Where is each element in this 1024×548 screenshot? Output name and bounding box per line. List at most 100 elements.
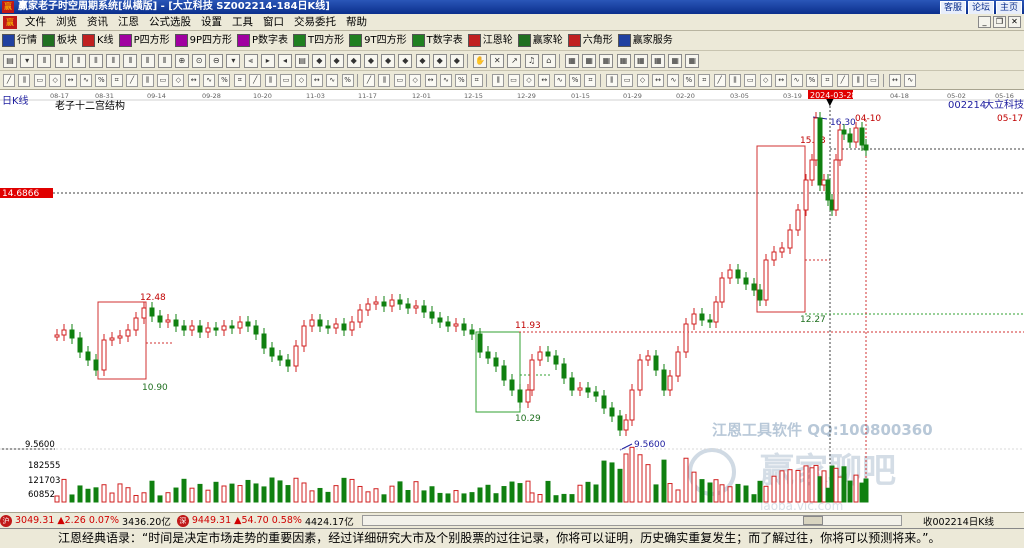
tool-icon[interactable]: ⫴	[88, 53, 103, 68]
tool-icon[interactable]: ⫴	[123, 53, 138, 68]
draw-tool-icon[interactable]: ◇	[49, 73, 62, 87]
close-icon[interactable]: ✕	[1008, 16, 1021, 28]
toolbar-button-6[interactable]: T四方形	[293, 33, 344, 49]
tool-icon[interactable]: ⫴	[71, 53, 86, 68]
chart-scrollbar[interactable]	[362, 515, 902, 526]
menu-help[interactable]: 帮助	[341, 14, 372, 30]
draw-tool-icon[interactable]: ⌗	[470, 73, 483, 87]
draw-tool-icon[interactable]: ⌗	[110, 73, 123, 87]
tool-icon[interactable]: ⫴	[106, 53, 121, 68]
draw-tool-icon[interactable]: ▭	[33, 73, 46, 87]
draw-tool-icon[interactable]: ◇	[636, 73, 649, 87]
toolbar-button-2[interactable]: K线	[82, 33, 114, 49]
draw-tool-icon[interactable]: ╱	[836, 73, 849, 87]
draw-tool-icon[interactable]: ↔	[424, 73, 437, 87]
draw-tool-icon[interactable]: ⫼	[605, 73, 618, 87]
draw-tool-icon[interactable]: ↔	[652, 73, 665, 87]
draw-tool-icon[interactable]: ◇	[522, 73, 535, 87]
tool-icon[interactable]: ▦	[616, 53, 631, 68]
tool-icon[interactable]: ♫	[524, 53, 539, 68]
tool-icon[interactable]: ▸	[260, 53, 275, 68]
menu-file[interactable]: 文件	[20, 14, 51, 30]
tool-icon[interactable]: ▦	[668, 53, 683, 68]
draw-tool-icon[interactable]: %	[805, 73, 818, 87]
link-customer-service[interactable]: 客服	[939, 1, 966, 14]
tool-icon[interactable]: ▦	[650, 53, 665, 68]
draw-tool-icon[interactable]: ⫼	[492, 73, 505, 87]
toolbar-button-3[interactable]: P四方形	[118, 33, 170, 49]
toolbar-button-10[interactable]: 赢家轮	[517, 33, 563, 49]
toolbar-button-7[interactable]: 9T四方形	[349, 33, 407, 49]
draw-tool-icon[interactable]: ↔	[310, 73, 323, 87]
menu-formula-select[interactable]: 公式选股	[144, 14, 196, 30]
draw-tool-icon[interactable]: %	[569, 73, 582, 87]
draw-tool-icon[interactable]: ⌗	[584, 73, 597, 87]
draw-tool-icon[interactable]: ∿	[553, 73, 566, 87]
tool-icon[interactable]: ⊖	[209, 53, 224, 68]
index-sh[interactable]: 沪 3049.31 ▲2.26 0.07% 3436.20亿	[0, 514, 171, 528]
draw-tool-icon[interactable]: ╱	[3, 73, 15, 87]
tool-icon[interactable]: ⫴	[37, 53, 52, 68]
draw-tool-icon[interactable]: ⌗	[233, 73, 246, 87]
menu-tools[interactable]: 工具	[227, 14, 258, 30]
draw-tool-icon[interactable]: ◇	[409, 73, 422, 87]
menu-gann[interactable]: 江恩	[113, 14, 144, 30]
draw-tool-icon[interactable]: ↔	[538, 73, 551, 87]
tool-icon[interactable]: ⊙	[192, 53, 207, 68]
index-sz[interactable]: 深 9449.31 ▲54.70 0.58% 4424.17亿	[176, 514, 354, 528]
menu-news[interactable]: 资讯	[82, 14, 113, 30]
tool-icon[interactable]: ▾	[226, 53, 241, 68]
draw-tool-icon[interactable]: ∿	[439, 73, 452, 87]
draw-tool-icon[interactable]: ↔	[888, 73, 901, 87]
restore-icon[interactable]: ❐	[993, 16, 1006, 28]
toolbar-button-11[interactable]: 六角形	[567, 33, 613, 49]
tool-icon[interactable]: ⫴	[54, 53, 69, 68]
tool-icon[interactable]: ▦	[565, 53, 579, 68]
tool-icon[interactable]: ◂	[278, 53, 292, 68]
menu-window[interactable]: 窗口	[258, 14, 289, 30]
tool-icon[interactable]: ◆	[432, 53, 447, 68]
tool-icon[interactable]: ⫷	[243, 53, 258, 68]
toolbar-button-0[interactable]: 行情	[2, 33, 37, 49]
menu-browse[interactable]: 浏览	[51, 14, 82, 30]
draw-tool-icon[interactable]: ╱	[713, 73, 726, 87]
menu-settings[interactable]: 设置	[196, 14, 227, 30]
draw-tool-icon[interactable]: %	[682, 73, 695, 87]
tool-icon[interactable]: ✕	[490, 53, 505, 68]
tool-icon[interactable]: ▾	[20, 53, 35, 68]
draw-tool-icon[interactable]: %	[341, 73, 354, 87]
draw-tool-icon[interactable]: %	[218, 73, 231, 87]
draw-tool-icon[interactable]: ⌗	[821, 73, 834, 87]
tool-icon[interactable]: ▤	[3, 53, 17, 68]
kline-chart[interactable]: 08-17 08-31 09-14 09-28 10-20 11-03 11-17 12-01…	[0, 90, 1024, 512]
draw-tool-icon[interactable]: ⫼	[264, 73, 277, 87]
draw-tool-icon[interactable]: ⫼	[852, 73, 865, 87]
draw-tool-icon[interactable]: ∿	[790, 73, 803, 87]
tool-icon[interactable]: ◆	[415, 53, 430, 68]
scrollbar-thumb[interactable]	[803, 516, 823, 525]
tool-icon[interactable]: ⊕	[174, 53, 189, 68]
link-homepage[interactable]: 主页	[995, 1, 1022, 14]
tool-icon[interactable]: ◆	[363, 53, 378, 68]
draw-tool-icon[interactable]: ⫼	[141, 73, 154, 87]
tool-icon[interactable]: ✋	[473, 53, 488, 68]
tool-icon[interactable]: ◆	[398, 53, 413, 68]
draw-tool-icon[interactable]: ◇	[759, 73, 772, 87]
menu-trade[interactable]: 交易委托	[289, 14, 341, 30]
toolbar-button-8[interactable]: T数字表	[411, 33, 463, 49]
draw-tool-icon[interactable]: ◇	[295, 73, 308, 87]
draw-tool-icon[interactable]: %	[455, 73, 468, 87]
draw-tool-icon[interactable]: ◇	[172, 73, 185, 87]
tool-icon[interactable]: ◆	[329, 53, 344, 68]
draw-tool-icon[interactable]: ▭	[393, 73, 406, 87]
draw-tool-icon[interactable]: ⌗	[698, 73, 711, 87]
toolbar-button-5[interactable]: P数字表	[237, 33, 288, 49]
draw-tool-icon[interactable]: ⫼	[18, 73, 31, 87]
tool-icon[interactable]: ⫴	[157, 53, 172, 68]
toolbar-button-9[interactable]: 江恩轮	[467, 33, 513, 49]
toolbar-button-4[interactable]: 9P四方形	[174, 33, 232, 49]
tool-icon[interactable]: ▦	[582, 53, 597, 68]
draw-tool-icon[interactable]: ╱	[362, 73, 375, 87]
draw-tool-icon[interactable]: ↔	[775, 73, 788, 87]
draw-tool-icon[interactable]: ↔	[64, 73, 77, 87]
